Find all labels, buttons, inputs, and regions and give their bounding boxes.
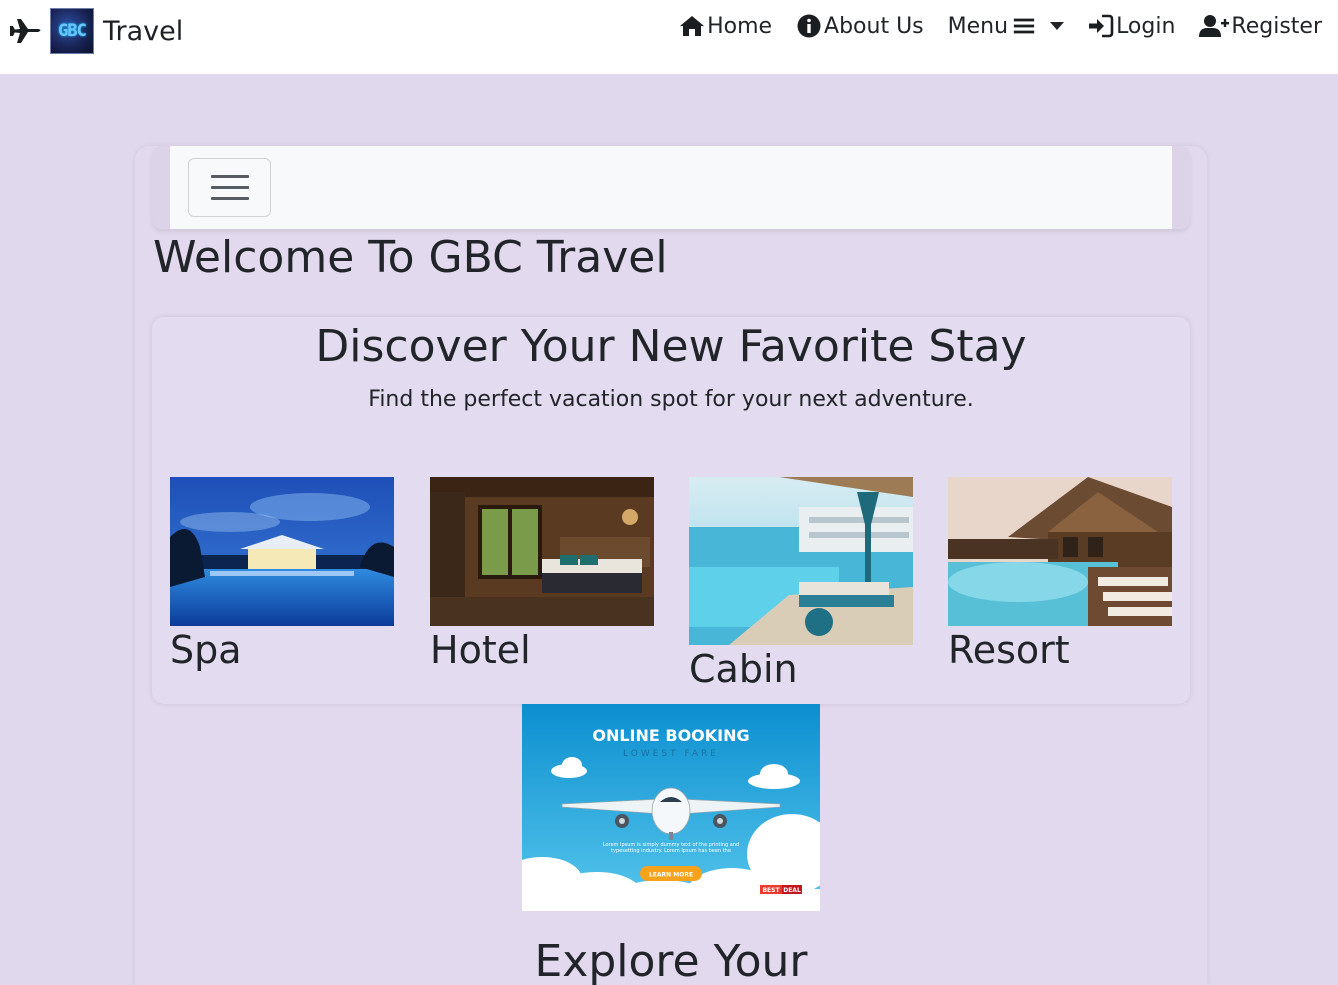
home-icon (680, 16, 705, 36)
nav-home[interactable]: Home (679, 13, 772, 39)
badge-deal: DEAL (783, 887, 801, 894)
nav-menu-label: Menu (947, 13, 1009, 39)
info-icon (797, 14, 821, 38)
hotel-photo (430, 477, 654, 626)
spa-image[interactable] (170, 477, 394, 626)
stay-card-spa[interactable]: Spa (170, 477, 394, 672)
discover-subtitle: Find the perfect vacation spot for your … (368, 387, 974, 412)
top-navbar: GBC Travel Home About Us Menu Login Regi… (0, 0, 1338, 74)
resort-image[interactable] (948, 477, 1172, 626)
stay-card-hotel[interactable]: Hotel (430, 477, 654, 672)
stay-card-cabin[interactable]: Cabin (689, 477, 913, 691)
learn-more-label: LEARN MORE (649, 872, 693, 879)
stay-label-hotel[interactable]: Hotel (430, 628, 654, 672)
inner-navbar (170, 146, 1172, 229)
brand-text: Travel (103, 15, 184, 47)
hotel-image[interactable] (430, 477, 654, 626)
nav-home-label: Home (707, 13, 773, 39)
stay-label-spa[interactable]: Spa (170, 628, 394, 672)
nav-menu: Home About Us Menu Login Register (655, 13, 1322, 39)
stay-label-cabin[interactable]: Cabin (689, 647, 913, 691)
brand[interactable]: GBC Travel (8, 8, 183, 54)
spa-photo (170, 477, 394, 626)
plane-icon (10, 19, 41, 43)
navbar-toggler-button[interactable] (188, 158, 271, 217)
nav-register[interactable]: Register (1199, 13, 1322, 39)
user-plus-icon (1199, 15, 1230, 37)
stay-card-resort[interactable]: Resort (948, 477, 1172, 672)
resort-photo (948, 477, 1172, 626)
hamburger-line (210, 186, 249, 189)
explore-title: Explore Your (534, 936, 808, 985)
stay-label-resort[interactable]: Resort (948, 628, 1172, 672)
discover-card: Discover Your New Favorite Stay Find the… (152, 317, 1190, 704)
main-card: Welcome To GBC Travel Discover Your New … (135, 146, 1207, 985)
banner-graphic: ONLINE BOOKING LOWEST FARE Lorem Ipsum i… (522, 704, 820, 911)
banner-body-text: Lorem Ipsum is simply dummy text of the … (602, 842, 740, 854)
chevron-down-icon (1050, 22, 1065, 30)
nav-register-label: Register (1231, 13, 1322, 39)
sign-in-icon (1089, 14, 1114, 38)
nav-login-label: Login (1116, 13, 1176, 39)
banner-subtitle: LOWEST FARE (623, 749, 719, 759)
nav-about-us[interactable]: About Us (796, 13, 924, 39)
nav-menu-dropdown[interactable]: Menu (947, 13, 1065, 39)
nav-about-us-label: About Us (824, 13, 924, 39)
inner-navbar-wrap (152, 146, 1190, 229)
online-booking-banner[interactable]: ONLINE BOOKING LOWEST FARE Lorem Ipsum i… (522, 704, 820, 911)
nav-login[interactable]: Login (1088, 13, 1175, 39)
hamburger-line (210, 175, 249, 178)
hamburger-line (210, 197, 249, 200)
cabin-photo (689, 477, 913, 645)
brand-logo: GBC (50, 8, 94, 54)
badge-best: BEST (762, 887, 780, 894)
bars-icon (1013, 18, 1035, 34)
cabin-image[interactable] (689, 477, 913, 645)
discover-title: Discover Your New Favorite Stay (315, 321, 1027, 372)
banner-title: ONLINE BOOKING (592, 726, 749, 745)
welcome-title: Welcome To GBC Travel (153, 232, 668, 283)
